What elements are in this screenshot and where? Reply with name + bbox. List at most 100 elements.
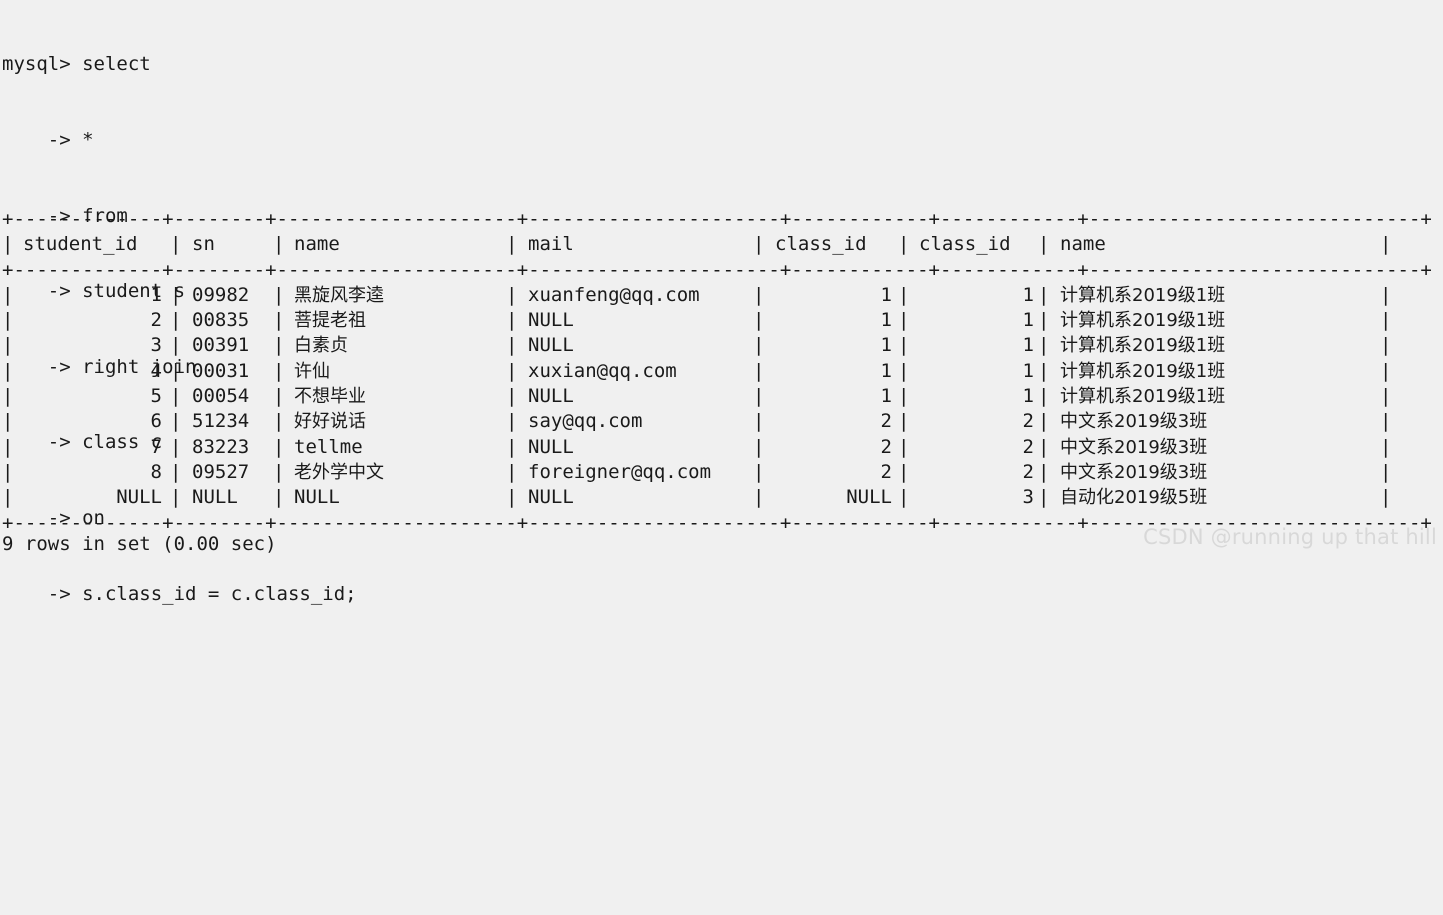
cell-student-id: 7	[150, 435, 162, 458]
cell-class-name: 计算机系2019级1班	[1060, 310, 1226, 332]
table-vertical-bar: |	[1038, 233, 1050, 256]
table-row: | 4 | 00031 | 许仙 | xuxian@qq.com | 1 | 1…	[2, 359, 1432, 384]
cell-class-class-id: 1	[1022, 334, 1034, 357]
table-vertical-bar: |	[898, 233, 910, 256]
table-vertical-bar: |	[1380, 435, 1392, 458]
table-vertical-bar: |	[170, 486, 182, 509]
cell-sn: 09982	[192, 283, 250, 306]
cell-student-id: NULL	[116, 486, 162, 509]
table-vertical-bar: |	[1038, 283, 1050, 306]
status-line: 9 rows in set (0.00 sec)	[2, 533, 277, 555]
cell-mail: xuxian@qq.com	[528, 359, 677, 382]
cell-class-class-id: 1	[1022, 359, 1034, 382]
table-vertical-bar: |	[170, 334, 182, 357]
cell-class-class-id: 2	[1022, 460, 1034, 483]
table-vertical-bar: |	[506, 460, 518, 483]
table-vertical-bar: |	[273, 385, 285, 408]
sql-line: -> *	[2, 129, 94, 151]
cell-class-class-id: 1	[1022, 309, 1034, 332]
table-vertical-bar: |	[1380, 486, 1392, 509]
cell-name: 不想毕业	[294, 386, 366, 408]
table-vertical-bar: |	[273, 435, 285, 458]
cell-name: 许仙	[294, 360, 330, 382]
table-vertical-bar: |	[1380, 460, 1392, 483]
cell-sn: 00391	[192, 334, 250, 357]
table-border-top: +-------------+--------+----------------…	[2, 208, 1432, 230]
column-header-mail: mail	[528, 233, 574, 256]
table-row: | 7 | 83223 | tellme | NULL | 2 | 2 | 中文…	[2, 435, 1432, 460]
cell-sn: 51234	[192, 410, 250, 433]
cell-class-name: 计算机系2019级1班	[1060, 335, 1226, 357]
table-row: | NULL | NULL | NULL | NULL | NULL | 3 |…	[2, 485, 1432, 510]
table-row: | 1 | 09982 | 黑旋风李逵 | xuanfeng@qq.com | …	[2, 283, 1432, 308]
cell-name: 黑旋风李逵	[294, 284, 384, 306]
table-vertical-bar: |	[1380, 359, 1392, 382]
column-header-name: name	[294, 233, 340, 256]
cell-name: 好好说话	[294, 411, 366, 433]
table-vertical-bar: |	[1380, 283, 1392, 306]
table-header-row: | student_id | sn | name | mail | class_…	[2, 232, 1432, 257]
cell-student-id: 5	[150, 385, 162, 408]
cell-mail: NULL	[528, 435, 574, 458]
terminal-window: mysql> select -> * -> from -> student s …	[0, 0, 1443, 605]
table-vertical-bar: |	[1038, 359, 1050, 382]
column-header-class-id-student: class_id	[775, 233, 867, 256]
table-vertical-bar: |	[1038, 334, 1050, 357]
cell-student-id: 3	[150, 334, 162, 357]
table-vertical-bar: |	[170, 410, 182, 433]
cell-student-class-id: 1	[880, 334, 892, 357]
column-header-class-name: name	[1060, 233, 1106, 256]
cell-sn: 09527	[192, 460, 250, 483]
cell-mail: foreigner@qq.com	[528, 460, 712, 483]
table-vertical-bar: |	[1380, 309, 1392, 332]
cell-name: 白素贞	[294, 335, 348, 357]
table-row: | 3 | 00391 | 白素贞 | NULL | 1 | 1 | 计算机系2…	[2, 333, 1432, 358]
cell-sn: NULL	[192, 486, 238, 509]
table-vertical-bar: |	[506, 410, 518, 433]
cell-mail: say@qq.com	[528, 410, 643, 433]
table-vertical-bar: |	[753, 233, 765, 256]
cell-sn: 00054	[192, 385, 250, 408]
table-vertical-bar: |	[170, 233, 182, 256]
result-table: +-------------+--------+----------------…	[2, 207, 1432, 536]
table-vertical-bar: |	[506, 359, 518, 382]
cell-mail: NULL	[528, 486, 574, 509]
table-vertical-bar: |	[170, 435, 182, 458]
column-header-sn: sn	[192, 233, 215, 256]
cell-mail: NULL	[528, 385, 574, 408]
cell-mail: NULL	[528, 334, 574, 357]
cell-student-class-id: 1	[880, 283, 892, 306]
table-vertical-bar: |	[273, 233, 285, 256]
cell-class-name: 自动化2019级5班	[1060, 487, 1208, 509]
table-vertical-bar: |	[170, 359, 182, 382]
table-vertical-bar: |	[273, 486, 285, 509]
cell-mail: NULL	[528, 309, 574, 332]
cell-student-id: 1	[150, 283, 162, 306]
table-vertical-bar: |	[1038, 435, 1050, 458]
cell-student-class-id: 1	[880, 385, 892, 408]
cell-class-name: 中文系2019级3班	[1060, 461, 1208, 483]
table-border-header: +-------------+--------+----------------…	[2, 258, 1432, 281]
cell-student-class-id: 1	[880, 359, 892, 382]
table-row: | 5 | 00054 | 不想毕业 | NULL | 1 | 1 | 计算机系…	[2, 384, 1432, 409]
table-vertical-bar: |	[506, 486, 518, 509]
table-vertical-bar: |	[170, 385, 182, 408]
cell-class-name: 中文系2019级3班	[1060, 411, 1208, 433]
table-vertical-bar: |	[506, 385, 518, 408]
cell-class-name: 中文系2019级3班	[1060, 436, 1208, 458]
table-vertical-bar: |	[1038, 410, 1050, 433]
cell-student-id: 8	[150, 460, 162, 483]
table-vertical-bar: |	[1380, 410, 1392, 433]
table-vertical-bar: |	[273, 309, 285, 332]
table-row: | 8 | 09527 | 老外学中文 | foreigner@qq.com |…	[2, 460, 1432, 485]
cell-class-name: 计算机系2019级1班	[1060, 284, 1226, 306]
cell-student-class-id: 2	[880, 410, 892, 433]
table-row: | 2 | 00835 | 菩提老祖 | NULL | 1 | 1 | 计算机系…	[2, 308, 1432, 333]
table-vertical-bar: |	[170, 460, 182, 483]
cell-class-class-id: 1	[1022, 385, 1034, 408]
table-vertical-bar: |	[1038, 309, 1050, 332]
cell-name: 菩提老祖	[294, 310, 366, 332]
cell-student-id: 6	[150, 410, 162, 433]
sql-line: mysql> select	[2, 53, 151, 76]
cell-student-class-id: NULL	[846, 486, 892, 509]
